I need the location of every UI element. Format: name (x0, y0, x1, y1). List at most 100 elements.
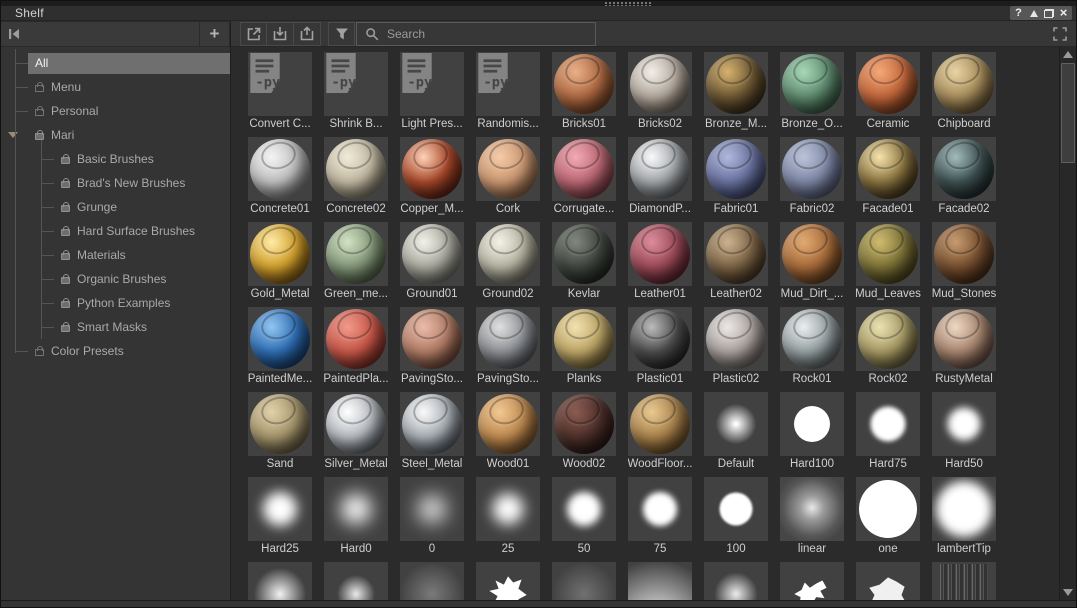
shelf-item-cork[interactable]: Cork (470, 135, 546, 220)
shelf-item-shrink-b[interactable]: -py Shrink B... (318, 50, 394, 135)
shelf-item-leather02[interactable]: Leather02 (698, 220, 774, 305)
shelf-item-hard75[interactable]: Hard75 (850, 390, 926, 475)
scrollbar-track[interactable] (1060, 164, 1076, 585)
shelf-item-concrete02[interactable]: Concrete02 (318, 135, 394, 220)
scrollbar-thumb[interactable] (1061, 63, 1075, 163)
shelf-item-item[interactable] (698, 560, 774, 600)
shelf-item-copper-m[interactable]: Copper_M... (394, 135, 470, 220)
shelf-item-ground02[interactable]: Ground02 (470, 220, 546, 305)
shelf-item-facade01[interactable]: Facade01 (850, 135, 926, 220)
shelf-item-item[interactable] (546, 560, 622, 600)
shelf-item-wood01[interactable]: Wood01 (470, 390, 546, 475)
tree-item-hard-surface-brushes[interactable]: Hard Surface Brushes (1, 219, 230, 243)
shelf-item-rock02[interactable]: Rock02 (850, 305, 926, 390)
vertical-scrollbar[interactable] (1059, 47, 1076, 600)
shelf-item-fabric01[interactable]: Fabric01 (698, 135, 774, 220)
shelf-item-diamondp[interactable]: DiamondP... (622, 135, 698, 220)
shelf-item-linear[interactable]: linear (774, 475, 850, 560)
shelf-item-wood02[interactable]: Wood02 (546, 390, 622, 475)
tree-item-brad-s-new-brushes[interactable]: Brad's New Brushes (1, 171, 230, 195)
collapse-panel-button[interactable] (1, 22, 27, 46)
shelf-item-light-pres[interactable]: -py Light Pres... (394, 50, 470, 135)
tree-item-organic-brushes[interactable]: Organic Brushes (1, 267, 230, 291)
close-button[interactable]: × (1057, 6, 1070, 20)
shelf-item-plastic02[interactable]: Plastic02 (698, 305, 774, 390)
shelf-item-steel-metal[interactable]: Steel_Metal (394, 390, 470, 475)
tree-item-grunge[interactable]: Grunge (1, 195, 230, 219)
shelf-item-bricks01[interactable]: Bricks01 (546, 50, 622, 135)
shelf-item-rustymetal[interactable]: RustyMetal (926, 305, 1002, 390)
shelf-item-paintedpla[interactable]: PaintedPla... (318, 305, 394, 390)
shelf-item-75[interactable]: 75 (622, 475, 698, 560)
shelf-item-planks[interactable]: Planks (546, 305, 622, 390)
shelf-item-0[interactable]: 0 (394, 475, 470, 560)
shelf-item-pavingsto[interactable]: PavingSto... (394, 305, 470, 390)
shelf-item-kevlar[interactable]: Kevlar (546, 220, 622, 305)
tree-item-smart-masks[interactable]: Smart Masks (1, 315, 230, 339)
shelf-item-bricks02[interactable]: Bricks02 (622, 50, 698, 135)
shelf-item-rock01[interactable]: Rock01 (774, 305, 850, 390)
drag-handle-dots[interactable] (605, 2, 651, 6)
shelf-item-convert-c[interactable]: -py Convert C... (242, 50, 318, 135)
shelf-item-one[interactable]: one (850, 475, 926, 560)
shelf-item-lamberttip[interactable]: lambertTip (926, 475, 1002, 560)
restore-button[interactable] (1042, 7, 1055, 20)
import-button[interactable] (267, 21, 294, 46)
shelf-item-chipboard[interactable]: Chipboard (926, 50, 1002, 135)
tree-item-personal[interactable]: Personal (1, 99, 230, 123)
shelf-item-50[interactable]: 50 (546, 475, 622, 560)
shelf-item-hard100[interactable]: Hard100 (774, 390, 850, 475)
shelf-item-hard0[interactable]: Hard0 (318, 475, 394, 560)
shelf-item-ceramic[interactable]: Ceramic (850, 50, 926, 135)
tree-item-all[interactable]: All (1, 51, 230, 75)
export-button[interactable] (294, 21, 321, 46)
shelf-item-plastic01[interactable]: Plastic01 (622, 305, 698, 390)
shelf-item-paintedme[interactable]: PaintedMe... (242, 305, 318, 390)
expand-view-button[interactable] (1047, 22, 1073, 46)
shelf-item-100[interactable]: 100 (698, 475, 774, 560)
shelf-item-concrete01[interactable]: Concrete01 (242, 135, 318, 220)
tree-item-color-presets[interactable]: Color Presets (1, 339, 230, 363)
shelf-item-fabric02[interactable]: Fabric02 (774, 135, 850, 220)
shelf-item-25[interactable]: 25 (470, 475, 546, 560)
tree-item-python-examples[interactable]: Python Examples (1, 291, 230, 315)
shelf-item-hard50[interactable]: Hard50 (926, 390, 1002, 475)
add-shelf-button[interactable]: + (199, 22, 229, 46)
shelf-item-item[interactable] (318, 560, 394, 600)
shelf-item-pavingsto[interactable]: PavingSto... (470, 305, 546, 390)
shelf-item-gold-metal[interactable]: Gold_Metal (242, 220, 318, 305)
shelf-item-ground01[interactable]: Ground01 (394, 220, 470, 305)
scroll-up-button[interactable] (1060, 47, 1076, 62)
search-input[interactable] (387, 26, 588, 41)
pop-out-button[interactable] (240, 21, 267, 46)
shelf-item-item[interactable] (242, 560, 318, 600)
tree-item-menu[interactable]: Menu (1, 75, 230, 99)
shelf-item-leather01[interactable]: Leather01 (622, 220, 698, 305)
shelf-item-mud-dirt[interactable]: Mud_Dirt_... (774, 220, 850, 305)
tree-item-basic-brushes[interactable]: Basic Brushes (1, 147, 230, 171)
shelf-item-item[interactable] (926, 560, 1002, 600)
shelf-item-mud-stones[interactable]: Mud_Stones (926, 220, 1002, 305)
shelf-item-hard25[interactable]: Hard25 (242, 475, 318, 560)
shelf-item-silver-metal[interactable]: Silver_Metal (318, 390, 394, 475)
shelf-item-bronze-m[interactable]: Bronze_M... (698, 50, 774, 135)
shelf-item-facade02[interactable]: Facade02 (926, 135, 1002, 220)
tree-item-materials[interactable]: Materials (1, 243, 230, 267)
shelf-item-item[interactable] (394, 560, 470, 600)
shelf-item-default[interactable]: Default (698, 390, 774, 475)
shelf-item-woodfloor[interactable]: WoodFloor... (622, 390, 698, 475)
help-button[interactable]: ? (1012, 7, 1025, 20)
shelf-item-item[interactable] (470, 560, 546, 600)
shelf-item-randomis[interactable]: -py Randomis... (470, 50, 546, 135)
undock-button[interactable] (1027, 7, 1040, 20)
expand-arrow-icon[interactable] (8, 132, 18, 138)
filter-button[interactable] (328, 21, 355, 46)
shelf-item-item[interactable] (774, 560, 850, 600)
shelf-item-bronze-o[interactable]: Bronze_O... (774, 50, 850, 135)
scroll-down-button[interactable] (1060, 585, 1076, 600)
shelf-item-green-me[interactable]: Green_me... (318, 220, 394, 305)
shelf-item-item[interactable] (850, 560, 926, 600)
shelf-item-corrugate[interactable]: Corrugate... (546, 135, 622, 220)
shelf-item-mud-leaves[interactable]: Mud_Leaves (850, 220, 926, 305)
tree-item-mari[interactable]: Mari (1, 123, 230, 147)
